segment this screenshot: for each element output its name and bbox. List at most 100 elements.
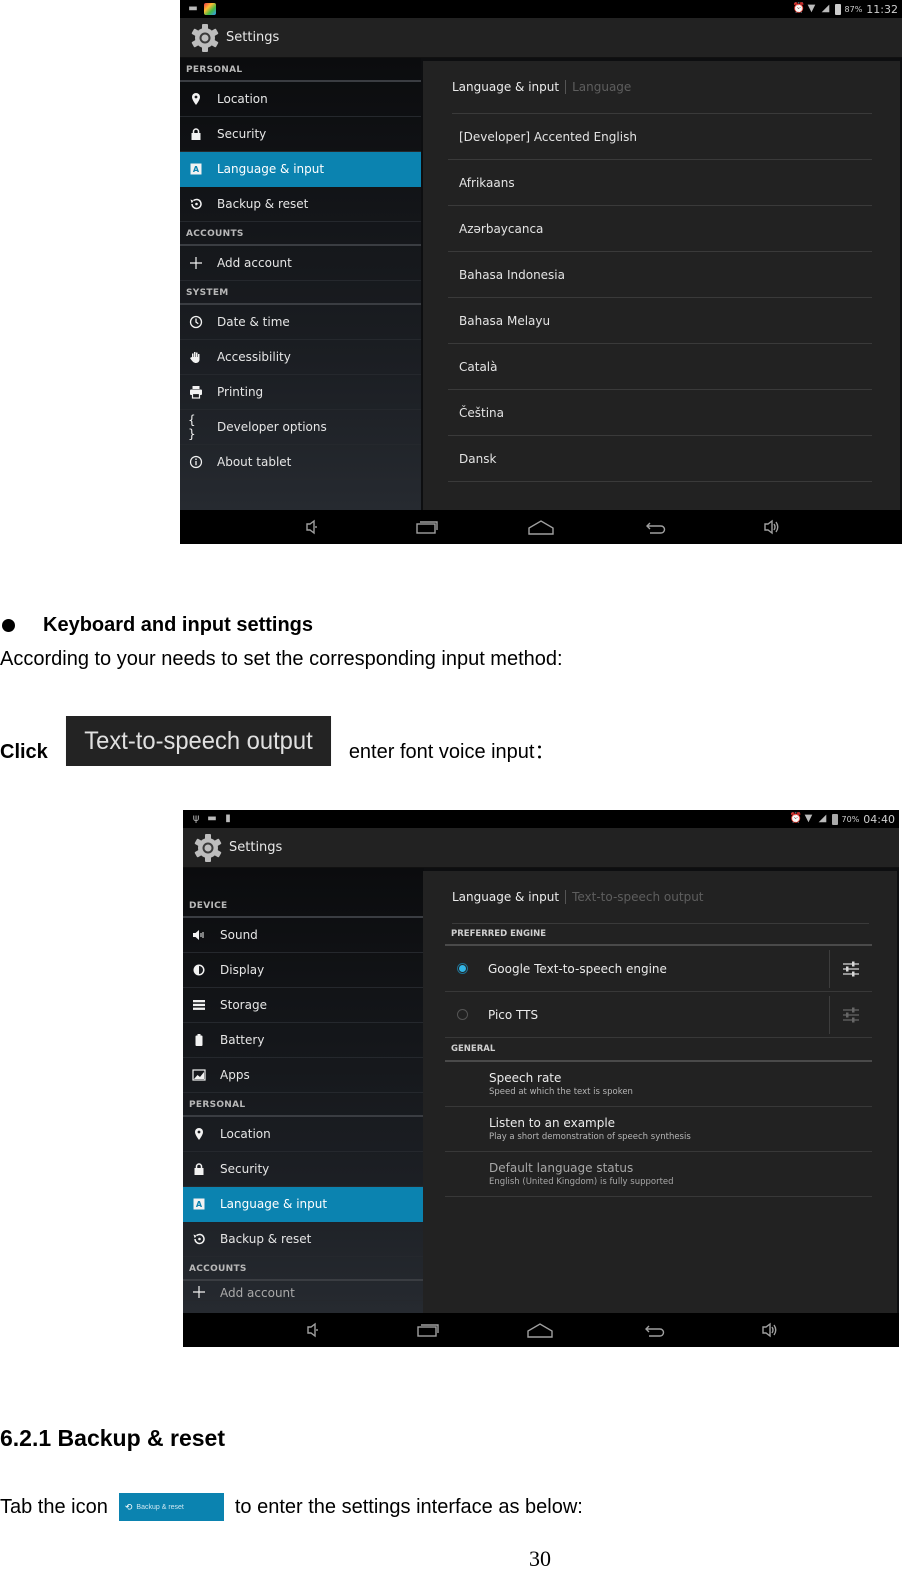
backup-restore-icon: ⟲ [124, 1501, 133, 1512]
settings-sidebar: DEVICE Sound Display Storage Battery App… [183, 868, 424, 1313]
intro-paragraph: According to your needs to set the corre… [0, 648, 563, 670]
sidebar-item-apps[interactable]: Apps [183, 1058, 424, 1093]
sidebar-item-label: Developer options [217, 420, 327, 434]
engine-settings-button[interactable] [830, 949, 872, 989]
sidebar-item-location[interactable]: Location [180, 82, 421, 117]
setting-title: Listen to an example [489, 1116, 616, 1130]
signal-icon: ◢ [818, 813, 827, 824]
setting-listen-example[interactable]: Listen to an example Play a short demons… [445, 1107, 872, 1152]
keyboard-a-icon: A [191, 1196, 207, 1212]
sidebar-item-battery[interactable]: Battery [183, 1023, 424, 1058]
list-item[interactable]: Čeština [448, 390, 872, 436]
engine-radio[interactable] [457, 1009, 468, 1020]
sidebar-item-label: Add account [217, 256, 292, 270]
tts-detail-pane: Language & input Text-to-speech output P… [423, 871, 897, 1313]
engine-row-pico[interactable]: Pico TTS [445, 992, 872, 1038]
setting-default-language-status[interactable]: Default language status English (United … [445, 1152, 872, 1197]
sidebar-item-printing[interactable]: Printing [180, 375, 421, 410]
volume-down-button[interactable] [298, 517, 324, 537]
sidebar-item-location[interactable]: Location [183, 1117, 424, 1152]
breadcrumb-current: Language [572, 80, 632, 94]
setting-speech-rate[interactable]: Speech rate Speed at which the text is s… [445, 1062, 872, 1107]
list-item[interactable]: Català [448, 344, 872, 390]
sidebar-item-about-tablet[interactable]: About tablet [180, 445, 421, 480]
breadcrumb-current: Text-to-speech output [572, 890, 704, 904]
list-item[interactable]: Deutsch (Deutschland) [448, 482, 872, 510]
engine-row-google[interactable]: Google Text-to-speech engine [445, 946, 872, 992]
status-bar: ψ ▬ ▮ ⏰ ▼ ◢ 70% 04:40 [183, 810, 899, 828]
volume-up-button[interactable] [758, 517, 784, 537]
sidebar-item-developer-options[interactable]: { } Developer options [180, 410, 421, 445]
backup-restore-icon [191, 1231, 207, 1247]
engine-settings-button[interactable] [830, 995, 872, 1035]
section-header-accounts: ACCOUNTS [183, 1257, 424, 1281]
setting-summary: Speed at which the text is spoken [489, 1087, 633, 1097]
sidebar-item-date-time[interactable]: Date & time [180, 305, 421, 340]
app-title: Settings [226, 30, 280, 45]
click-label: Click [0, 741, 48, 763]
list-item[interactable]: [Developer] Accented English [448, 114, 872, 160]
settings-gear-icon[interactable] [193, 833, 223, 863]
breadcrumb: Language & input Language [452, 61, 872, 114]
clock-icon [188, 314, 204, 330]
recent-apps-icon [417, 1324, 439, 1337]
location-pin-icon [191, 1126, 207, 1142]
list-item[interactable]: Afrikaans [448, 160, 872, 206]
usb-icon: ψ [192, 813, 200, 824]
volume-up-button[interactable] [756, 1320, 782, 1340]
sidebar-item-add-account[interactable]: Add account [180, 246, 421, 281]
status-bar: ▬ ⏰ ▼ ◢ 87% 11:32 [180, 0, 902, 18]
sidebar-item-label: Printing [217, 385, 264, 399]
click-instruction: Click Text-to-speech output enter font v… [0, 710, 555, 766]
breadcrumb-parent[interactable]: Language & input [452, 890, 567, 904]
volume-down-button[interactable] [299, 1320, 325, 1340]
language-list[interactable]: [Developer] Accented English Afrikaans A… [448, 114, 872, 510]
tab-instruction-suffix: to enter the settings interface as below… [234, 1495, 583, 1518]
list-item[interactable]: Bahasa Melayu [448, 298, 872, 344]
plus-icon [188, 255, 204, 271]
section-header-personal: PERSONAL [183, 1093, 424, 1117]
page-number: 30 [529, 1546, 551, 1571]
home-button[interactable] [528, 517, 554, 537]
sidebar-item-accessibility[interactable]: Accessibility [180, 340, 421, 375]
recent-apps-button[interactable] [415, 1320, 441, 1340]
settings-sidebar: PERSONAL Location Security A Language & … [180, 58, 421, 510]
signal-icon: ◢ [821, 3, 830, 14]
sidebar-item-storage[interactable]: Storage [183, 988, 424, 1023]
sidebar-item-security[interactable]: Security [183, 1152, 424, 1187]
list-item[interactable]: Azərbaycanca [448, 206, 872, 252]
heading-text: Keyboard and input settings [43, 614, 314, 636]
back-button[interactable] [641, 1320, 667, 1340]
home-button[interactable] [527, 1320, 553, 1340]
list-item[interactable]: Bahasa Indonesia [448, 252, 872, 298]
sidebar-item-backup-reset[interactable]: Backup & reset [183, 1222, 424, 1257]
brightness-icon [191, 962, 207, 978]
recent-apps-button[interactable] [414, 517, 440, 537]
settings-gear-icon[interactable] [190, 23, 220, 53]
sidebar-item-sound[interactable]: Sound [183, 918, 424, 953]
action-bar: Settings [180, 18, 902, 58]
breadcrumb-parent[interactable]: Language & input [452, 80, 567, 94]
back-icon [646, 522, 666, 534]
sliders-icon [843, 961, 859, 976]
sidebar-item-backup-reset[interactable]: Backup & reset [180, 187, 421, 222]
list-item[interactable]: Dansk [448, 436, 872, 482]
sidebar-item-label: Storage [220, 998, 267, 1012]
app-title: Settings [229, 840, 283, 855]
engine-radio[interactable] [457, 963, 468, 974]
backup-restore-icon [188, 196, 204, 212]
sidebar-item-language-input[interactable]: A Language & input [180, 152, 421, 187]
tab-instruction: Tab the icon ⟲ Backup & reset to enter t… [0, 1493, 583, 1521]
battery-icon [191, 1032, 207, 1048]
back-icon [645, 1325, 665, 1337]
volume-down-icon [307, 1322, 318, 1338]
sidebar-item-display[interactable]: Display [183, 953, 424, 988]
tts-settings-list: PREFERRED ENGINE Google Text-to-speech e… [445, 924, 872, 1197]
section-header-device: DEVICE [183, 868, 424, 918]
sidebar-item-language-input[interactable]: A Language & input [183, 1187, 424, 1222]
info-icon [188, 454, 204, 470]
sidebar-item-security[interactable]: Security [180, 117, 421, 152]
sidebar-item-add-account[interactable]: Add account [183, 1281, 424, 1301]
printer-icon [188, 384, 204, 400]
back-button[interactable] [642, 517, 668, 537]
